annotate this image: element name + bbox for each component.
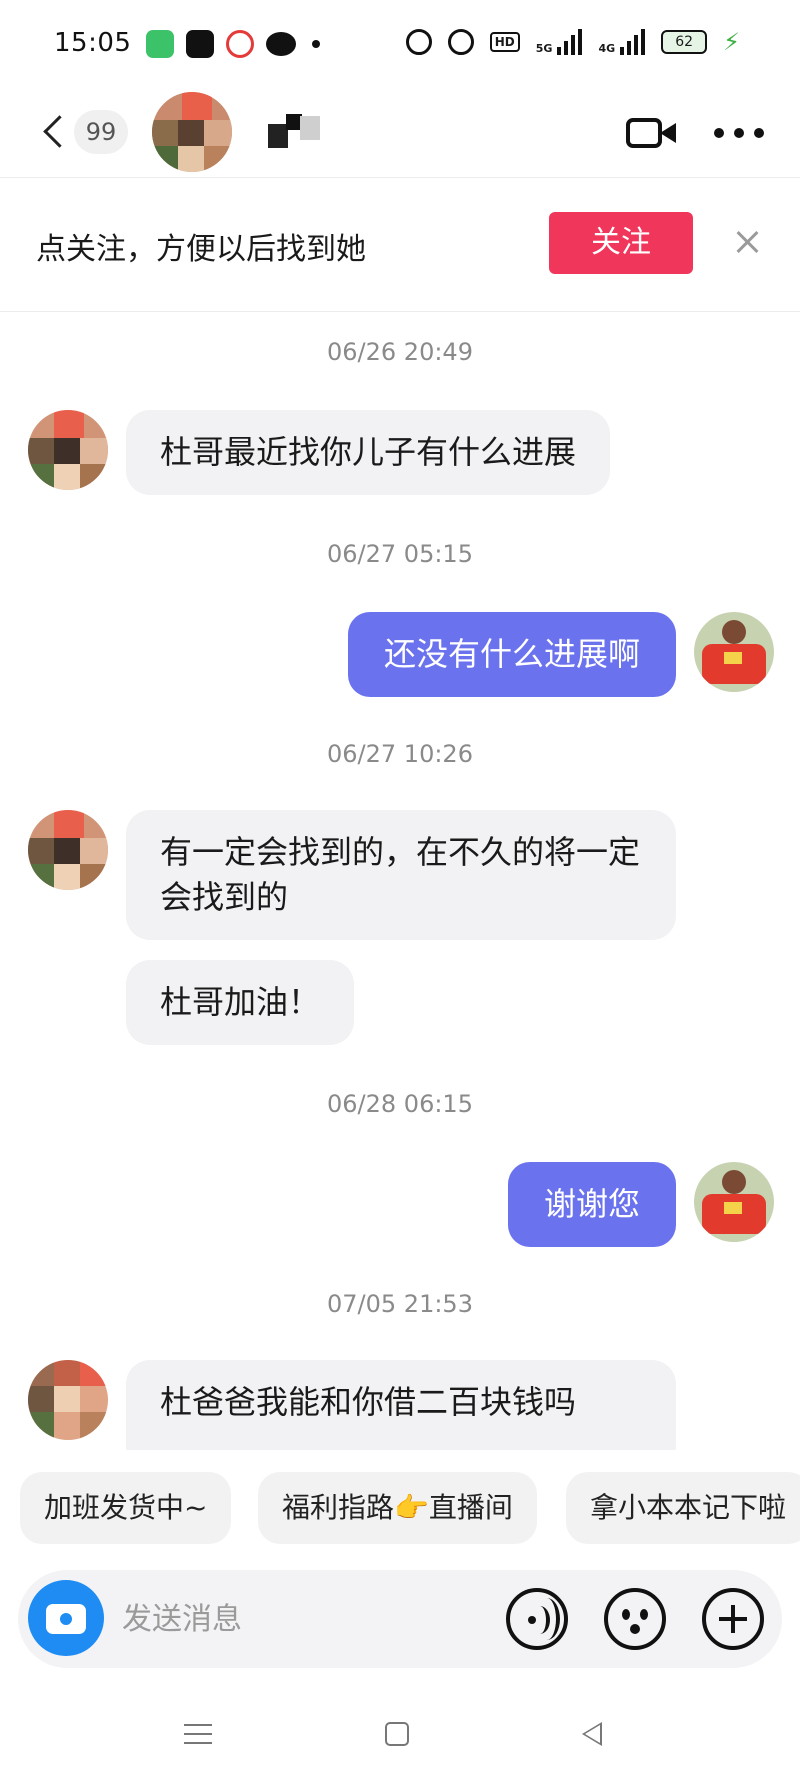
video-call-icon[interactable] xyxy=(626,114,678,152)
notification-icons xyxy=(146,30,320,58)
incoming-message-bubble[interactable]: 有一定会找到的，在不久的将一定会找到的 xyxy=(126,810,676,940)
chat-messages: 06/26 20:49 杜哥最近找你儿子有什么进展 06/27 05:15 还没… xyxy=(0,312,800,1450)
message-input[interactable] xyxy=(122,1596,502,1642)
emoji-icon[interactable] xyxy=(604,1588,666,1650)
signal-5g-icon: 5G xyxy=(536,29,583,55)
mute-icon xyxy=(447,29,474,55)
outgoing-message-bubble[interactable]: 还没有什么进展啊 xyxy=(347,612,676,697)
message-timestamp: 06/28 06:15 xyxy=(327,1090,473,1118)
hd-icon: HD xyxy=(489,32,520,52)
outgoing-message-bubble[interactable]: 谢谢您 xyxy=(507,1162,676,1247)
contact-avatar[interactable] xyxy=(28,410,108,490)
my-avatar[interactable] xyxy=(694,612,774,692)
home-icon[interactable] xyxy=(385,1722,409,1746)
charging-icon: ⚡ xyxy=(723,28,740,56)
message-timestamp: 06/27 05:15 xyxy=(327,540,473,568)
more-notifications-dot xyxy=(312,40,320,48)
quick-reply-bar: 加班发货中~ 福利指路👉直播间 拿小本本记下啦 xyxy=(0,1472,800,1546)
follow-prompt-text: 点关注，方便以后找到她 xyxy=(36,232,366,267)
follow-prompt: 点关注，方便以后找到她 关注 xyxy=(0,178,800,312)
quick-reply-chip[interactable]: 拿小本本记下啦 xyxy=(566,1472,800,1544)
contact-avatar[interactable] xyxy=(28,810,108,890)
system-navigation-bar xyxy=(0,1700,800,1787)
alarm-icon xyxy=(405,29,432,55)
contact-avatar[interactable] xyxy=(28,1360,108,1440)
signal-4g-icon: 4G xyxy=(598,29,646,55)
wechat-icon xyxy=(266,32,296,56)
plus-icon[interactable] xyxy=(702,1588,764,1650)
battery-icon: 62 xyxy=(661,30,708,54)
contact-name-redacted xyxy=(268,114,338,148)
system-status: HD 5G 4G 62 ⚡ xyxy=(405,28,740,56)
back-arrow-icon[interactable] xyxy=(36,108,76,158)
my-avatar[interactable] xyxy=(694,1162,774,1242)
more-icon[interactable] xyxy=(714,128,764,140)
voice-icon[interactable] xyxy=(506,1588,568,1650)
message-timestamp: 07/05 21:53 xyxy=(327,1290,473,1318)
message-composer xyxy=(18,1570,782,1668)
incoming-message-bubble[interactable]: 杜哥加油！ xyxy=(126,960,355,1045)
quick-reply-chip[interactable]: 加班发货中~ xyxy=(20,1472,232,1544)
status-time: 15:05 xyxy=(54,28,132,58)
camera-icon[interactable] xyxy=(28,1580,104,1656)
follow-button[interactable]: 关注 xyxy=(549,212,693,274)
incoming-message-bubble[interactable]: 杜哥最近找你儿子有什么进展 xyxy=(126,410,611,495)
tiktok-icon xyxy=(186,30,214,58)
status-bar: 15:05 HD 5G 4G 62 ⚡ xyxy=(0,0,800,92)
messages-icon xyxy=(146,30,174,58)
close-icon[interactable] xyxy=(728,222,768,262)
menu-icon[interactable] xyxy=(184,1722,212,1746)
contact-avatar[interactable] xyxy=(152,92,232,172)
quick-reply-chip[interactable]: 福利指路👉直播间 xyxy=(258,1472,537,1544)
unread-count-badge[interactable]: 99 xyxy=(74,110,128,154)
message-timestamp: 06/27 10:26 xyxy=(327,740,473,768)
incoming-message-bubble[interactable]: 杜爸爸我能和你借二百块钱吗 xyxy=(126,1360,676,1450)
message-timestamp: 06/26 20:49 xyxy=(327,338,473,366)
map-icon xyxy=(226,30,254,58)
back-icon[interactable] xyxy=(582,1722,602,1746)
chat-header: 99 xyxy=(0,92,800,178)
